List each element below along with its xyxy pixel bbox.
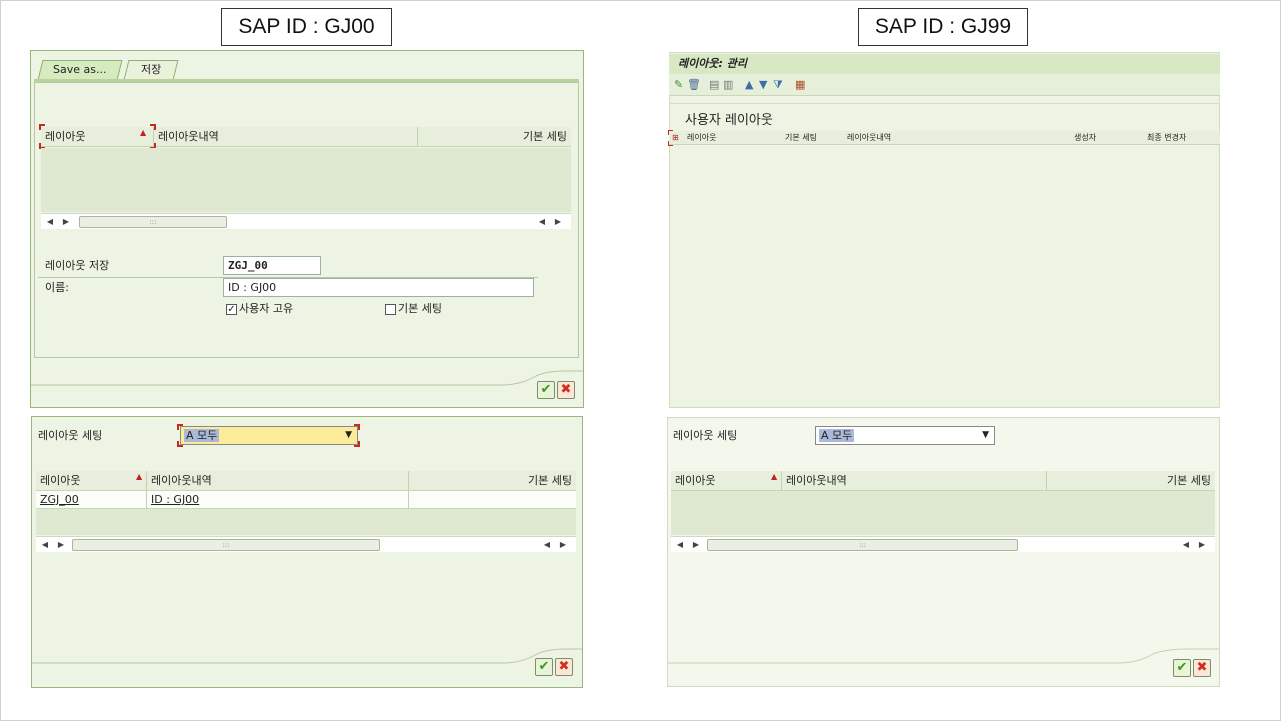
column-header-default-setting[interactable]: 기본 세팅 xyxy=(408,471,576,491)
column-header-last-changed-by[interactable]: 최종 변경자 xyxy=(1147,131,1186,145)
name-label: 이름: xyxy=(45,281,69,294)
column-header-created-by[interactable]: 생성자 xyxy=(1074,131,1096,145)
column-header-default-setting[interactable]: 기본 세팅 xyxy=(417,127,571,147)
sort-indicator-icon: ▲ xyxy=(136,472,143,481)
column-header-layout-description[interactable]: 레이아웃내역 xyxy=(847,131,891,145)
scroll-thumb[interactable]: ::: xyxy=(707,539,1018,551)
horizontal-scrollbar[interactable]: ◀ ▶ ::: ◀ ▶ xyxy=(671,536,1215,552)
focus-corner xyxy=(354,424,360,430)
tab-save-as[interactable]: Save as... xyxy=(37,60,123,80)
default-setting-label: 기본 세팅 xyxy=(398,302,442,315)
column-header-default-setting[interactable]: 기본 세팅 xyxy=(1046,471,1215,491)
column-header-layout[interactable]: 레이아웃 xyxy=(41,127,153,147)
cancel-x-icon[interactable]: ✖ xyxy=(1193,659,1211,677)
scroll-left-icon[interactable]: ◀ xyxy=(542,540,552,550)
chevron-down-icon[interactable]: ▼ xyxy=(345,427,352,444)
details-icon[interactable]: ▤ xyxy=(709,78,719,92)
focus-corner xyxy=(668,130,673,135)
layout-setting-value: A 모두 xyxy=(184,429,220,442)
select-all-icon[interactable]: ⊞ xyxy=(672,131,679,145)
footer-divider-curve xyxy=(668,648,1219,664)
layout-setting-value: A 모두 xyxy=(819,429,855,442)
sort-ascending-icon[interactable]: ▲ xyxy=(745,78,753,92)
scroll-right-icon[interactable]: ▶ xyxy=(558,540,568,550)
column-header-layout[interactable]: 레이아웃 xyxy=(671,471,781,491)
filter-icon[interactable]: ⧩ xyxy=(773,78,783,92)
sort-indicator-icon: ▲ xyxy=(771,472,778,481)
user-layout-section-title: 사용자 레이아웃 xyxy=(685,113,773,128)
focus-corner xyxy=(668,141,673,146)
layout-setting-label: 레이아웃 세팅 xyxy=(38,429,103,442)
layout-setting-dropdown[interactable]: A 모두 ▼ xyxy=(815,426,995,445)
delete-icon[interactable]: 🗑 xyxy=(687,78,701,92)
footer-divider-curve xyxy=(32,648,582,664)
focus-corner xyxy=(39,124,45,130)
footer-divider-curve xyxy=(31,370,583,386)
section-divider xyxy=(669,103,1220,104)
horizontal-scrollbar[interactable]: ◀ ▶ ::: ◀ ▶ xyxy=(41,213,571,229)
column-header-layout-description[interactable]: 레이아웃내역 xyxy=(153,127,417,147)
scroll-right-icon[interactable]: ▶ xyxy=(553,217,563,227)
transport-icon[interactable]: ▥ xyxy=(723,78,733,92)
focus-corner xyxy=(150,124,156,130)
default-setting-checkbox[interactable] xyxy=(385,304,396,315)
check-icon[interactable]: ✔ xyxy=(1173,659,1191,677)
layout-grid-body xyxy=(41,148,571,212)
default-setting-cell xyxy=(408,491,576,509)
scroll-right-icon[interactable]: ▶ xyxy=(691,540,701,550)
table-row[interactable]: ZGJ_00 ID : GJ00 xyxy=(36,491,576,509)
sort-indicator-icon: ▲ xyxy=(140,128,147,137)
scroll-left-icon[interactable]: ◀ xyxy=(45,217,55,227)
check-icon[interactable]: ✔ xyxy=(535,658,553,676)
layout-setting-dropdown[interactable]: A 모두 ▼ xyxy=(180,426,358,445)
scroll-left-icon[interactable]: ◀ xyxy=(1181,540,1191,550)
scroll-right-icon[interactable]: ▶ xyxy=(1197,540,1207,550)
user-specific-checkbox[interactable]: ✓ xyxy=(226,304,237,315)
cancel-x-icon[interactable]: ✖ xyxy=(557,381,575,399)
grid-icon[interactable]: ▦ xyxy=(795,78,805,92)
sort-descending-icon[interactable]: ▼ xyxy=(759,78,767,92)
toolbar: ✎ 🗑 ▤ ▥ ▲ ▼ ⧩ ▦ xyxy=(669,74,1220,96)
user-specific-label: 사용자 고유 xyxy=(239,302,294,315)
chevron-down-icon[interactable]: ▼ xyxy=(982,427,989,444)
window-title: 레이아웃: 관리 xyxy=(669,54,1220,74)
cancel-x-icon[interactable]: ✖ xyxy=(555,658,573,676)
focus-corner xyxy=(354,441,360,447)
layout-description-cell[interactable]: ID : GJ00 xyxy=(146,491,408,509)
scroll-thumb[interactable]: ::: xyxy=(79,216,227,228)
tab-save[interactable]: 저장 xyxy=(123,60,179,80)
scroll-left-icon[interactable]: ◀ xyxy=(40,540,50,550)
layout-cell[interactable]: ZGJ_00 xyxy=(36,491,146,509)
scroll-left-icon[interactable]: ◀ xyxy=(675,540,685,550)
horizontal-scrollbar[interactable]: ◀ ▶ ::: ◀ ▶ xyxy=(36,536,576,552)
save-layout-input[interactable]: ZGJ_00 xyxy=(223,256,321,275)
edit-icon[interactable]: ✎ xyxy=(674,78,683,92)
check-icon[interactable]: ✔ xyxy=(537,381,555,399)
scroll-left-icon[interactable]: ◀ xyxy=(537,217,547,227)
layout-setting-label: 레이아웃 세팅 xyxy=(673,429,738,442)
column-header-layout-description[interactable]: 레이아웃내역 xyxy=(781,471,1046,491)
layout-list-header: 레이아웃 ▲ 레이아웃내역 기본 세팅 xyxy=(671,471,1215,491)
save-layout-label: 레이아웃 저장 xyxy=(45,259,110,272)
focus-corner xyxy=(177,441,183,447)
column-header-default-setting[interactable]: 기본 세팅 xyxy=(785,131,817,145)
layout-grid-header: 레이아웃 ▲ 레이아웃내역 기본 세팅 xyxy=(41,127,571,147)
focus-corner xyxy=(177,424,183,430)
layout-list-header: 레이아웃 ▲ 레이아웃내역 기본 세팅 xyxy=(36,471,576,491)
column-header-layout[interactable]: 레이아웃 xyxy=(687,131,716,145)
column-header-layout-description[interactable]: 레이아웃내역 xyxy=(146,471,408,491)
layout-management-window xyxy=(669,52,1220,408)
column-header-layout[interactable]: 레이아웃 xyxy=(36,471,146,491)
layout-name-input[interactable]: ID : GJ00 xyxy=(223,278,534,297)
scroll-right-icon[interactable]: ▶ xyxy=(61,217,71,227)
layout-list-body xyxy=(671,491,1215,535)
scroll-thumb[interactable]: ::: xyxy=(72,539,380,551)
user-layout-grid-header: ⊞ 레이아웃 기본 세팅 레이아웃내역 생성자 최종 변경자 xyxy=(669,131,1220,145)
sap-id-label-gj00: SAP ID : GJ00 xyxy=(221,8,392,46)
sap-id-label-gj99: SAP ID : GJ99 xyxy=(858,8,1028,46)
scroll-right-icon[interactable]: ▶ xyxy=(56,540,66,550)
